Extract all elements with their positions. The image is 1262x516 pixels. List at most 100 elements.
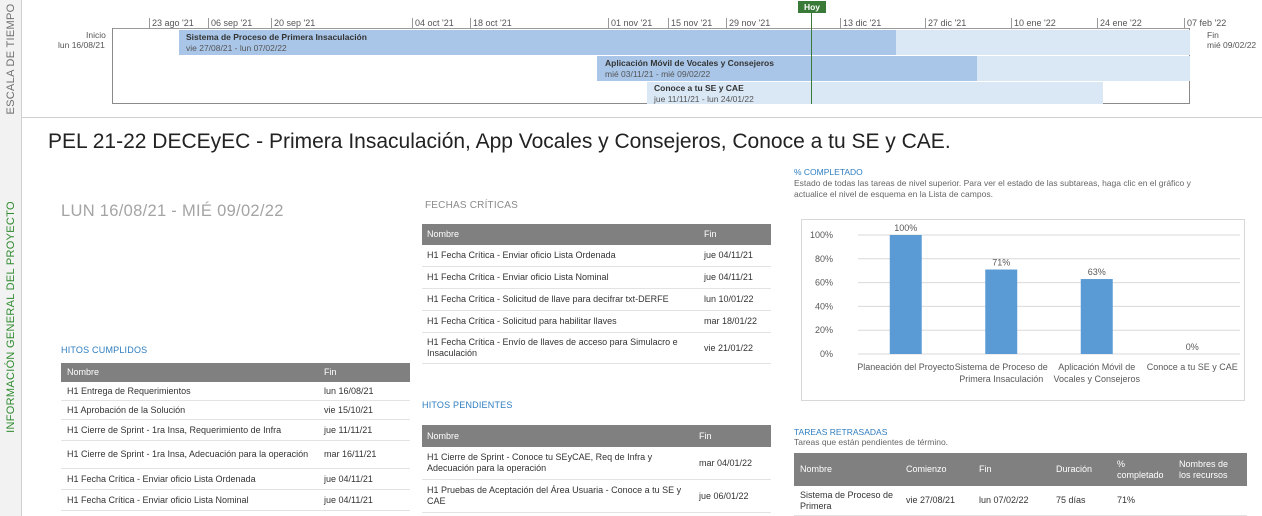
tareas-retrasadas-column-header[interactable]: Nombre (800, 453, 906, 486)
hitos-cumplidos-cell: lun 16/08/21 (324, 385, 374, 396)
chart-x-tick-label: Planeación del Proyecto (857, 362, 954, 372)
timeline-tick-label: 20 sep '21 (274, 18, 316, 28)
hitos-cumplidos-row[interactable]: H1 Aprobación de la Solución vie 15/10/21 (61, 401, 410, 420)
hitos-cumplidos-cell: H1 Fecha Crítica - Enviar oficio Lista N… (67, 494, 249, 505)
hitos-cumplidos-row[interactable]: H1 Cierre de Sprint - 1ra Insa, Adecuaci… (61, 441, 410, 469)
tareas-retrasadas-header-row: Nombre Comienzo Fin Duración% completado Nom… (794, 453, 1247, 486)
fechas-criticas-column-header[interactable]: Nombre (427, 224, 704, 245)
chart-data-label: 100% (894, 223, 917, 233)
project-title: PEL 21-22 DECEyEC - Primera Insaculación… (48, 130, 951, 153)
hitos-pendientes-cell: H1 Pruebas de Aceptación del Área Usuari… (427, 485, 682, 506)
timeline-tick-label: 06 sep '21 (211, 18, 253, 28)
tareas-retrasadas-column-header[interactable]: % completado (1117, 453, 1179, 486)
fechas-criticas-cell: H1 Fecha Crítica - Solicitud de llave pa… (427, 294, 669, 304)
tareas-retrasadas-cell (1179, 486, 1185, 515)
chart-y-tick-label: 80% (815, 254, 833, 264)
hitos-cumplidos-cell: H1 Entrega de Requerimientos (67, 385, 191, 396)
timeline-tick-label: 18 oct '21 (473, 18, 512, 28)
fechas-criticas-cell: jue 04/11/21 (704, 272, 753, 282)
timeline-tick-label: 15 nov '21 (671, 18, 713, 28)
hitos-cumplidos-column-header[interactable]: Nombre (67, 363, 324, 382)
fechas-criticas-cell: H1 Fecha Crítica - Enviar oficio Lista N… (427, 272, 609, 282)
chart-bar (985, 269, 1018, 354)
hitos-cumplidos-row[interactable]: H1 Entrega de Requerimientos lun 16/08/21 (61, 382, 410, 401)
timeline-tick-label: 24 ene '22 (1100, 18, 1142, 28)
fechas-criticas-table[interactable]: Nombre Fin H1 Fecha Crítica - Enviar ofici… (422, 224, 771, 364)
tareas-retrasadas-column-header[interactable]: Nombres de los recursos (1179, 453, 1247, 486)
hitos-cumplidos-row[interactable]: H1 Fecha Crítica - Enviar oficio Lista N… (61, 490, 410, 511)
hitos-pendientes-column-header[interactable]: Fin (699, 425, 718, 447)
hitos-pendientes-header-row: Nombre Fin (422, 425, 771, 447)
timeline-bar-name: Sistema de Proceso de Primera Insaculaci… (186, 32, 367, 42)
hitos-pendientes-column-header[interactable]: Nombre (427, 425, 699, 447)
fechas-criticas-heading: FECHAS CRÍTICAS (425, 200, 519, 211)
hitos-cumplidos-cell: mar 16/11/21 (324, 449, 377, 459)
tareas-retrasadas-table[interactable]: Nombre Comienzo Fin Duración% completado Nom… (794, 453, 1247, 516)
timeline-start-label: Inicio (86, 30, 106, 40)
hitos-cumplidos-row[interactable]: H1 Fecha Crítica - Enviar oficio Lista O… (61, 469, 410, 490)
tareas-retrasadas-cell: 71% (1117, 495, 1136, 505)
timeline-tick-label: 13 dic '21 (843, 18, 882, 28)
chart-y-tick-label: 40% (815, 301, 833, 311)
fechas-criticas-header-row: Nombre Fin (422, 224, 771, 245)
tareas-retrasadas-heading: TAREAS RETRASADAS (794, 427, 888, 437)
hitos-cumplidos-cell: H1 Cierre de Sprint - 1ra Insa, Requerim… (67, 424, 282, 435)
fechas-criticas-cell: H1 Fecha Crítica - Envío de llaves de ac… (427, 337, 678, 358)
timeline-bar-dates: vie 27/08/21 - lun 07/02/22 (186, 43, 287, 53)
timeline-tick-mark (1011, 18, 1012, 28)
fechas-criticas-cell: vie 21/01/22 (704, 342, 754, 353)
timeline-bar-primera-insaculacion-remaining[interactable] (896, 30, 1190, 55)
tareas-retrasadas-row[interactable]: Sistema de Proceso de Primera vie 27/08/2… (794, 486, 1247, 516)
timeline-tick-mark (668, 18, 669, 28)
today-marker-line (811, 10, 812, 104)
overview-side-label-text: INFORMACIÓN GENERAL DEL PROYECTO (4, 201, 17, 433)
fechas-criticas-column-header[interactable]: Fin (704, 224, 723, 245)
tareas-retrasadas-cell: 75 días (1056, 495, 1086, 505)
completion-chart-description: Estado de todas las tareas de nivel supe… (794, 178, 1191, 199)
overview-side-label: INFORMACIÓN GENERAL DEL PROYECTO (0, 118, 22, 516)
chart-bar (1080, 279, 1113, 354)
hitos-pendientes-row[interactable]: H1 Cierre de Sprint - Conoce tu SEyCAE, … (422, 447, 771, 480)
timeline-tick-label: 27 dic '21 (928, 18, 967, 28)
timeline-end-date: mié 09/02/22 (1207, 40, 1257, 50)
hitos-cumplidos-heading: HITOS CUMPLIDOS (61, 345, 148, 355)
timeline-tick-mark (840, 18, 841, 28)
chart-x-tick-label: Conoce a tu SE y CAE (1147, 362, 1238, 372)
hitos-cumplidos-header-row: Nombre Fin (61, 363, 410, 382)
timeline-end-label: Fin (1207, 30, 1219, 40)
hitos-pendientes-cell: mar 04/01/22 (699, 457, 753, 468)
fechas-criticas-cell: lun 10/01/22 (704, 294, 754, 304)
timeline-bar-app-movil-remaining[interactable] (977, 56, 1190, 81)
fechas-criticas-row[interactable]: H1 Fecha Crítica - Enviar oficio Lista N… (422, 267, 771, 289)
hitos-cumplidos-table[interactable]: Nombre Fin H1 Entrega de Requerimientos lun… (61, 363, 410, 511)
chart-y-tick-label: 0% (820, 349, 833, 359)
hitos-pendientes-cell: jue 06/01/22 (699, 490, 749, 501)
hitos-cumplidos-cell: jue 04/11/21 (324, 473, 373, 484)
timeline-tick-mark (608, 18, 609, 28)
hitos-pendientes-cell: H1 Cierre de Sprint - Conoce tu SEyCAE, … (427, 452, 653, 473)
chart-data-label: 71% (992, 258, 1010, 268)
fechas-criticas-row[interactable]: H1 Fecha Crítica - Solicitud para habili… (422, 311, 771, 333)
chart-bar (889, 235, 922, 354)
timeline-tick-mark (1184, 18, 1185, 28)
fechas-criticas-cell: H1 Fecha Crítica - Solicitud para habili… (427, 316, 617, 326)
chart-x-tick-label: Primera Insaculación (959, 374, 1043, 384)
tareas-retrasadas-cell: vie 27/08/21 (906, 495, 956, 505)
completion-chart[interactable]: 0% 20% 40% 60% 80% 100% 100% Planeación del Pro… (801, 219, 1245, 401)
chart-x-tick-label: Sistema de Proceso de (955, 362, 1048, 372)
fechas-criticas-row[interactable]: H1 Fecha Crítica - Envío de llaves de ac… (422, 333, 771, 364)
hitos-cumplidos-row[interactable]: H1 Cierre de Sprint - 1ra Insa, Requerim… (61, 420, 410, 441)
tareas-retrasadas-column-header[interactable]: Fin (979, 453, 1056, 486)
hitos-pendientes-table[interactable]: Nombre Fin H1 Cierre de Sprint - Conoce tu… (422, 425, 771, 513)
fechas-criticas-row[interactable]: H1 Fecha Crítica - Enviar oficio Lista O… (422, 245, 771, 267)
hitos-cumplidos-column-header[interactable]: Fin (324, 363, 343, 382)
tareas-retrasadas-column-header[interactable]: Comienzo (906, 453, 979, 486)
hitos-pendientes-row[interactable]: H1 Pruebas de Aceptación del Área Usuari… (422, 480, 771, 513)
tareas-retrasadas-column-header[interactable]: Duración (1056, 453, 1117, 486)
hitos-cumplidos-cell: jue 04/11/21 (324, 494, 373, 505)
today-marker-flag: Hoy (798, 1, 826, 13)
fechas-criticas-cell: H1 Fecha Crítica - Enviar oficio Lista O… (427, 250, 616, 260)
chart-y-tick-label: 100% (810, 230, 833, 240)
project-date-range: LUN 16/08/21 - MIÉ 09/02/22 (61, 202, 284, 220)
fechas-criticas-row[interactable]: H1 Fecha Crítica - Solicitud de llave pa… (422, 289, 771, 311)
